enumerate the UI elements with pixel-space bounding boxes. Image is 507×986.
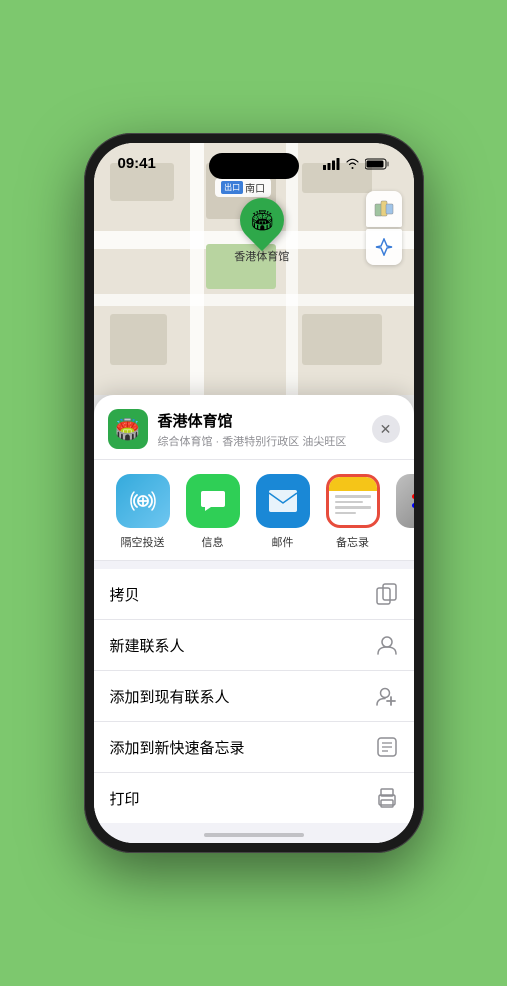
map-pin: 🏟 香港体育馆 [234, 198, 289, 264]
label-tag: 出口 [221, 181, 243, 194]
venue-info: 香港体育馆 综合体育馆 · 香港特别行政区 油尖旺区 [158, 410, 372, 449]
share-row: 隔空投送 信息 [94, 460, 414, 561]
messages-label: 信息 [202, 534, 224, 550]
dot [412, 503, 414, 508]
mail-icon [256, 474, 310, 528]
sheet-header: 🏟️ 香港体育馆 综合体育馆 · 香港特别行政区 油尖旺区 ✕ [94, 395, 414, 460]
action-copy[interactable]: 拷贝 [94, 569, 414, 620]
dots-row [412, 494, 414, 499]
mail-label: 邮件 [272, 534, 294, 550]
new-contact-icon [376, 634, 398, 656]
status-time: 09:41 [118, 155, 156, 172]
phone-frame: 09:41 [84, 133, 424, 853]
map-area[interactable]: 出口 南口 [94, 143, 414, 395]
pin-marker: 🏟 [231, 189, 293, 251]
road-vertical-2 [286, 143, 298, 395]
notes-app-icon [326, 474, 380, 528]
road-horizontal-2 [94, 294, 414, 306]
new-contact-label: 新建联系人 [110, 635, 185, 656]
copy-label: 拷贝 [110, 584, 140, 605]
more-icon [396, 474, 414, 528]
add-contact-icon [376, 685, 398, 707]
airdrop-icon [116, 474, 170, 528]
road-vertical-1 [190, 143, 204, 395]
dot [412, 494, 414, 499]
building-block [110, 314, 168, 364]
add-notes-label: 添加到新快速备忘录 [110, 737, 245, 758]
notes-icon [376, 736, 398, 758]
close-button[interactable]: ✕ [372, 415, 400, 443]
share-airdrop[interactable]: 隔空投送 [108, 474, 178, 550]
dots-row-2 [412, 503, 414, 508]
home-bar [204, 833, 304, 837]
phone-screen: 09:41 [94, 143, 414, 843]
copy-icon [376, 583, 398, 605]
wifi-icon [345, 158, 360, 169]
share-messages[interactable]: 信息 [178, 474, 248, 550]
venue-icon: 🏟️ [108, 409, 148, 449]
share-mail[interactable]: 邮件 [248, 474, 318, 550]
share-more[interactable]: 推 [388, 474, 414, 550]
venue-desc: 综合体育馆 · 香港特别行政区 油尖旺区 [158, 433, 372, 449]
print-icon [376, 787, 398, 809]
signal-icon [323, 158, 340, 170]
location-label-text: 南口 [245, 180, 265, 195]
status-icons [323, 158, 390, 170]
action-list: 拷贝 新建联系人 [94, 569, 414, 823]
map-controls [366, 191, 402, 265]
action-add-existing[interactable]: 添加到现有联系人 [94, 671, 414, 722]
action-new-contact[interactable]: 新建联系人 [94, 620, 414, 671]
location-label: 出口 南口 [215, 178, 271, 197]
map-type-button[interactable] [366, 191, 402, 227]
notes-label: 备忘录 [336, 534, 369, 550]
airdrop-label: 隔空投送 [121, 534, 165, 550]
action-print[interactable]: 打印 [94, 773, 414, 823]
messages-icon [186, 474, 240, 528]
battery-icon [365, 158, 390, 170]
add-existing-label: 添加到现有联系人 [110, 686, 230, 707]
home-indicator [94, 823, 414, 843]
location-button[interactable] [366, 229, 402, 265]
building-block [302, 314, 382, 364]
print-label: 打印 [110, 788, 140, 809]
venue-name: 香港体育馆 [158, 410, 372, 431]
action-add-notes[interactable]: 添加到新快速备忘录 [94, 722, 414, 773]
share-notes[interactable]: 备忘录 [318, 474, 388, 550]
pin-emoji: 🏟 [249, 208, 274, 233]
bottom-sheet: 🏟️ 香港体育馆 综合体育馆 · 香港特别行政区 油尖旺区 ✕ [94, 395, 414, 843]
dynamic-island [209, 153, 299, 179]
